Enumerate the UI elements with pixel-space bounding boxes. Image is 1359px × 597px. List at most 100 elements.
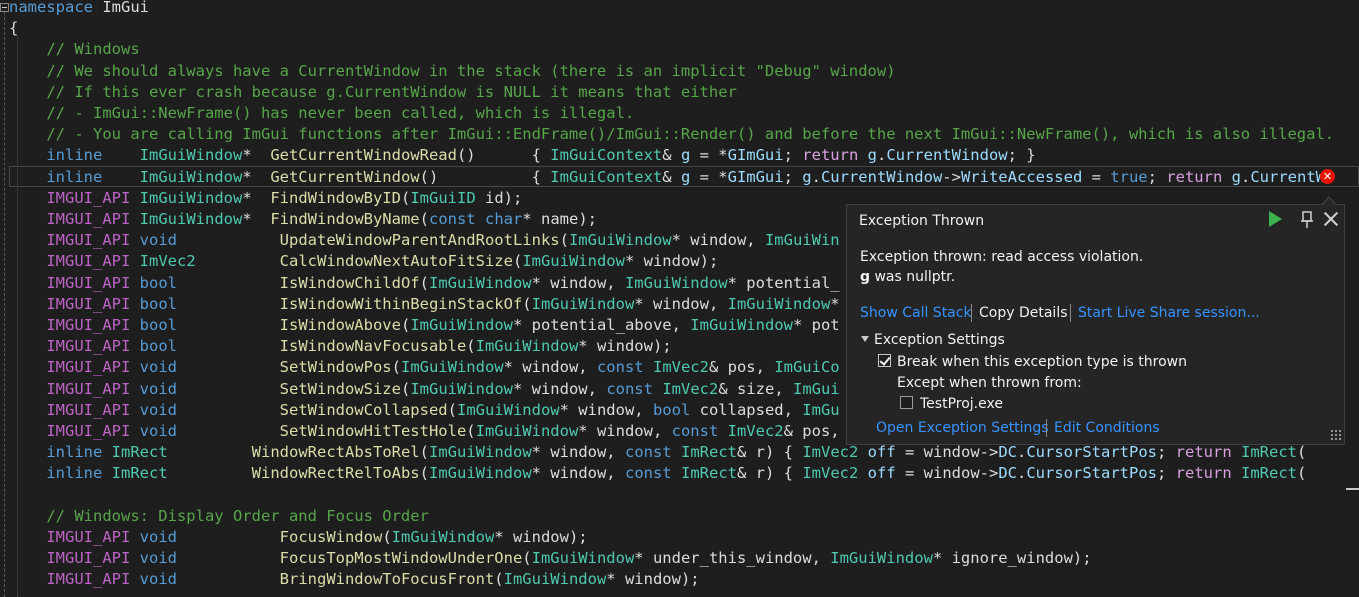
code-line[interactable]: IMGUI_API void SetWindowHitTestHole(ImGu… [9,421,840,442]
code-token: UpdateWindowParentAndRootLinks [279,231,560,250]
code-token: IMGUI_API [9,400,131,419]
code-token: ImRect [1241,464,1298,483]
code-line[interactable]: IMGUI_API void SetWindowPos(ImGuiWindow*… [9,357,839,378]
code-token: ImGuiWindow [428,273,532,292]
code-token: & pos, [783,422,840,440]
code-token: // Windows: Display Order and Focus Orde… [9,506,429,525]
code-token: = [1082,167,1111,186]
code-line[interactable]: { [9,18,18,39]
code-token: return [1175,443,1232,462]
close-icon[interactable] [1322,210,1340,228]
code-line[interactable]: IMGUI_API bool IsWindowChildOf(ImGuiWind… [9,273,839,294]
code-line[interactable]: IMGUI_API bool IsWindowNavFocusable(ImGu… [9,336,671,357]
code-token: const [624,464,672,483]
module-checkbox[interactable] [900,396,913,409]
code-line[interactable]: // If this ever crash because g.CurrentW… [9,82,737,103]
code-line[interactable]: IMGUI_API bool IsWindowWithinBeginStackO… [9,294,839,315]
code-line[interactable]: IMGUI_API void FocusTopMostWindowUnderOn… [9,548,1091,569]
continue-icon[interactable] [1269,211,1282,227]
code-token: ImGuiWindow [475,337,579,356]
code-token: IsWindowChildOf [279,273,420,292]
code-token: inline [9,464,103,483]
code-line[interactable]: inline ImGuiWindow* GetCurrentWindow() {… [9,167,1325,188]
exception-settings-header[interactable]: Exception Settings [874,331,1005,349]
code-token: ImGuiWindow [139,146,243,165]
code-token: IsWindowNavFocusable [279,337,467,356]
code-line[interactable]: inline ImRect WindowRectRelToAbs(ImGuiWi… [9,463,1306,484]
code-token: = window-> [895,443,999,462]
code-token: g [867,146,877,165]
code-line[interactable]: // - You are calling ImGui functions aft… [9,124,1334,145]
code-token: ImGuiWindow [400,358,504,377]
code-token: GetCurrentWindowRead [270,146,457,165]
edit-conditions-link[interactable]: Edit Conditions [1054,419,1160,437]
code-line[interactable]: IMGUI_API ImGuiWindow* FindWindowByName(… [9,209,597,230]
code-line[interactable]: IMGUI_API bool IsWindowAbove(ImGuiWindow… [9,315,839,336]
code-token: * window, [531,464,625,483]
code-line[interactable]: inline ImRect WindowRectAbsToRel(ImGuiWi… [9,442,1306,463]
live-share-link[interactable]: Start Live Share session... [1078,304,1260,322]
error-icon[interactable]: ✕ [1320,169,1335,184]
code-line[interactable]: // We should always have a CurrentWindow… [9,61,895,82]
code-line[interactable]: IMGUI_API void SetWindowCollapsed(ImGuiW… [9,400,839,421]
code-token: ( [466,337,476,356]
break-when-thrown-label: Break when this exception type is thrown [897,354,1187,370]
code-line[interactable]: IMGUI_API void BringWindowToFocusFront(I… [9,569,699,590]
exception-message: Exception thrown: read access violation. [860,249,1144,265]
code-token: * [242,210,271,228]
resize-grip-icon[interactable] [1330,429,1342,441]
code-token: CurrentW [1250,167,1325,186]
code-line[interactable]: // - ImGui::NewFrame() has never been ca… [9,103,634,124]
show-call-stack-link[interactable]: Show Call Stack [860,304,972,322]
expand-triangle-icon[interactable] [861,336,869,342]
code-token: return [1175,464,1232,483]
code-token: CursorStartPos [1026,443,1157,462]
code-token: ( [382,528,392,546]
code-token: * name); [522,210,597,228]
code-token: WindowRectRelToAbs [251,464,420,483]
code-token: ( [522,294,532,313]
code-line[interactable]: IMGUI_API ImVec2 CalcWindowNextAutoFitSi… [9,251,718,272]
code-token: namespace [9,0,93,16]
code-line[interactable]: namespace ImGui [9,0,149,18]
pin-icon[interactable] [1298,211,1316,229]
code-line[interactable]: // Windows: Display Order and Focus Orde… [9,506,429,527]
open-exception-settings-link[interactable]: Open Exception Settings [876,419,1049,437]
copy-details-link[interactable]: Copy Details [979,304,1068,322]
link-divider [1070,304,1071,322]
code-token: ( [419,210,429,228]
code-line[interactable]: IMGUI_API void UpdateWindowParentAndRoot… [9,230,839,251]
break-when-thrown-checkbox[interactable] [878,354,891,367]
code-line[interactable]: IMGUI_API void FocusWindow(ImGuiWindow* … [9,527,587,548]
code-line[interactable]: // Windows [9,39,139,60]
code-token: CursorStartPos [1026,464,1157,483]
code-token: ImGuiWindow [410,379,513,398]
code-token: inline [9,146,103,165]
code-line[interactable]: IMGUI_API ImGuiWindow* FindWindowByID(Im… [9,188,522,209]
code-line[interactable]: inline ImGuiWindow* GetCurrentWindowRead… [9,145,1035,166]
code-token: IMGUI_API [9,549,131,568]
code-token: ImGuiID [410,188,476,207]
collapse-namespace-icon[interactable] [0,3,9,12]
link-divider [971,304,972,322]
code-token: = * [690,167,728,186]
code-line[interactable]: IMGUI_API void SetWindowSize(ImGuiWindow… [9,379,839,400]
code-token: ImGuiWindow [531,549,635,568]
code-token: = window-> [895,464,999,483]
scrollbar-marker [1346,488,1359,490]
code-token: * potential_above, [512,316,691,334]
code-token: IsWindowWithinBeginStackOf [279,294,523,313]
code-token: void [139,231,177,250]
code-token: ; [783,146,803,165]
code-token: ImGuiWindow [139,210,243,228]
